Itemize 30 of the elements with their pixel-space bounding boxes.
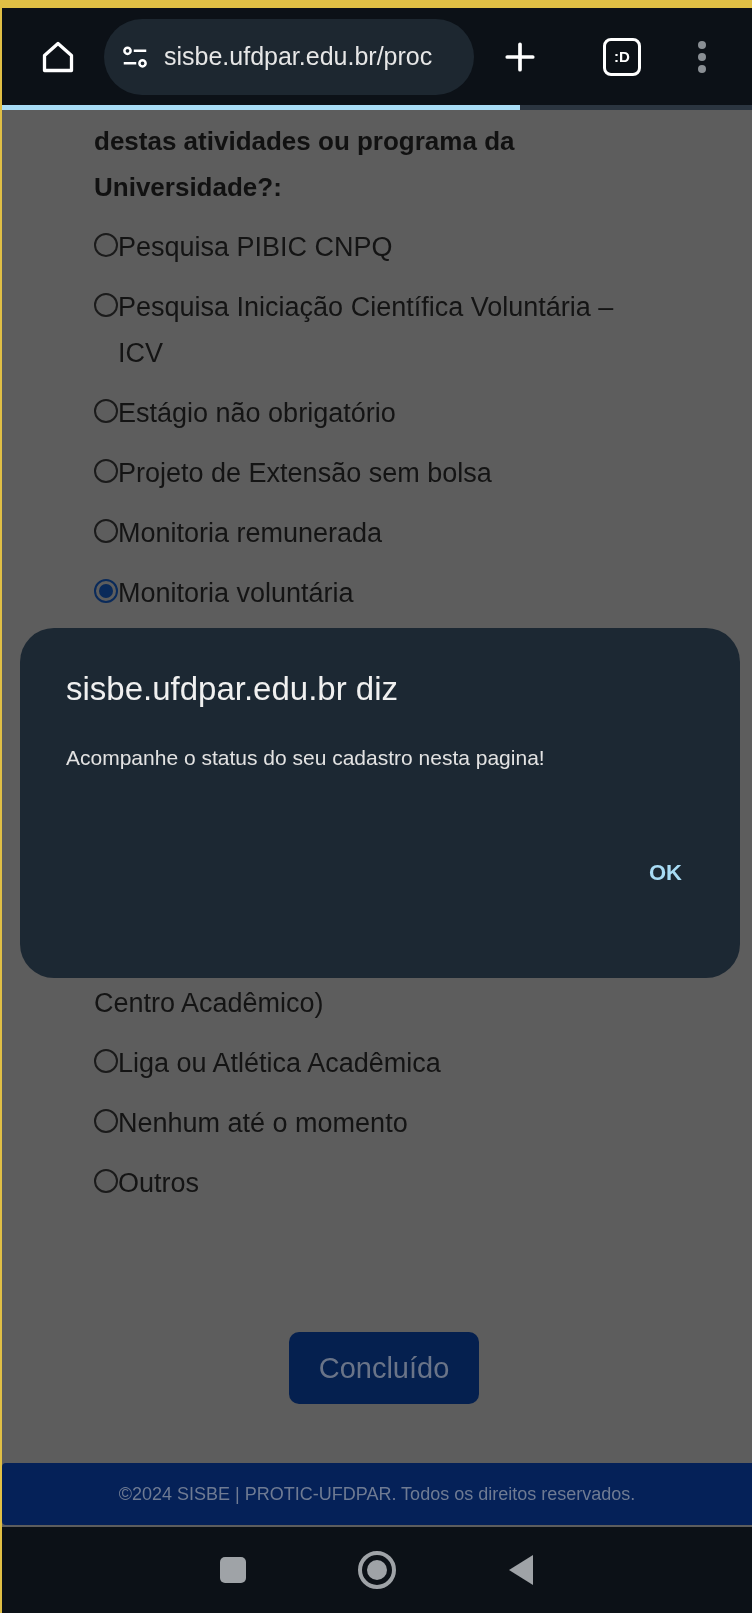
radio-option[interactable]: Monitoria remunerada [94, 510, 664, 556]
dialog-title: sisbe.ufdpar.edu.br diz [66, 670, 400, 708]
radio-option[interactable]: Nenhum até o momento [94, 1100, 664, 1146]
question-text: destas atividades ou programa da Universidade?: [94, 125, 516, 204]
ok-button[interactable]: OK [635, 850, 696, 896]
radio-button[interactable] [94, 399, 118, 423]
radio-button[interactable] [94, 579, 118, 603]
radio-button[interactable] [94, 519, 118, 543]
submit-button[interactable]: Concluído [289, 1332, 479, 1404]
tab-switcher[interactable]: :D [603, 37, 641, 76]
back-icon[interactable] [507, 1553, 535, 1587]
radio-option[interactable]: Pesquisa PIBIC CNPQ [94, 224, 664, 270]
address-bar[interactable]: sisbe.ufdpar.edu.br/proc [104, 18, 474, 95]
radio-button[interactable] [94, 1049, 118, 1073]
option-text: Centro Acadêmico) [94, 987, 325, 1020]
dialog-message: Acompanhe o status do seu cadastro nesta pagina! [66, 746, 546, 770]
radio-option[interactable]: Monitoria voluntária [94, 570, 664, 616]
radio-button[interactable] [94, 293, 118, 317]
radio-option[interactable]: Liga ou Atlética Acadêmica [94, 1040, 664, 1086]
radio-button[interactable] [94, 1169, 118, 1193]
radio-option[interactable]: Estágio não obrigatório [94, 390, 664, 436]
home-button-icon[interactable] [357, 1550, 397, 1590]
radio-button[interactable] [94, 233, 118, 257]
copyright-text: ©2024 SISBE | PROTIC-UFDPAR. Todos os direitos reservados. [118, 1483, 636, 1505]
radio-option[interactable]: Pesquisa Iniciação Científica Voluntária – ICV [94, 284, 664, 376]
radio-option[interactable]: Projeto de Extensão sem bolsa [94, 450, 664, 496]
radio-button[interactable] [94, 1109, 118, 1133]
radio-option[interactable]: Outros [94, 1160, 664, 1206]
radio-button[interactable] [94, 459, 118, 483]
recents-icon[interactable] [219, 1556, 247, 1584]
